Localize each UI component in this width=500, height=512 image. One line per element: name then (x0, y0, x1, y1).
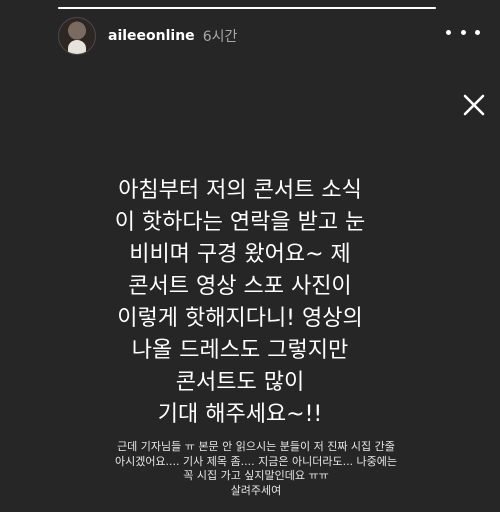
caption-line: 비비며 구경 왔어요~ 제 (129, 242, 351, 267)
story-progress-bar (58, 7, 436, 9)
more-dot (475, 29, 480, 35)
story-caption: 아침부터 저의 콘서트 소식 이 핫하다는 연락을 받고 눈 비비며 구경 왔어… (60, 175, 420, 431)
caption-line: 아침부터 저의 콘서트 소식 (118, 178, 362, 203)
avatar[interactable] (58, 17, 96, 55)
more-dot (460, 29, 466, 35)
caption-line: 콘서트도 많이 (175, 370, 305, 395)
caption-line: 콘서트 영상 스포 사진이 (128, 274, 352, 299)
caption-line: 이 핫하다는 연락을 받고 눈 (114, 210, 366, 235)
caption-line: 나올 드레스도 그렇지만 (131, 338, 349, 363)
story-subcaption: 근데 기자님들 ㅠ 본문 안 읽으시는 분들이 저 진짜 시집 간줄 아시겠어요… (66, 440, 446, 498)
caption-line: 기대 해주세요~!! (157, 402, 323, 427)
caption-line: 이렇게 핫해지다니! 영상의 (117, 306, 363, 331)
story-header: aileeonline 6시간 (58, 16, 438, 56)
username-link[interactable]: aileeonline (108, 28, 195, 44)
story-viewer: aileeonline 6시간 아침부터 저의 콘서트 소식 이 핫하다는 연락… (0, 0, 500, 512)
post-time: 6시간 (202, 29, 238, 45)
subcaption-line: 살려주세여 (230, 483, 282, 497)
subcaption-line: 꼭 시집 가고 싶지말인데요 ㅠㅠ (183, 469, 329, 482)
subcaption-line: 근데 기자님들 ㅠ 본문 안 읽으시는 분들이 저 진짜 시집 간줄 (117, 440, 395, 453)
subcaption-line: 아시겠어요.... 기사 제목 좀.... 지금은 아니더라도... 나중에는 (114, 454, 398, 468)
more-options-button[interactable] (446, 22, 480, 42)
close-button[interactable] (462, 93, 486, 117)
close-icon (463, 94, 485, 116)
more-horizontal-icon (446, 29, 451, 35)
story-progress-fill (58, 7, 436, 9)
